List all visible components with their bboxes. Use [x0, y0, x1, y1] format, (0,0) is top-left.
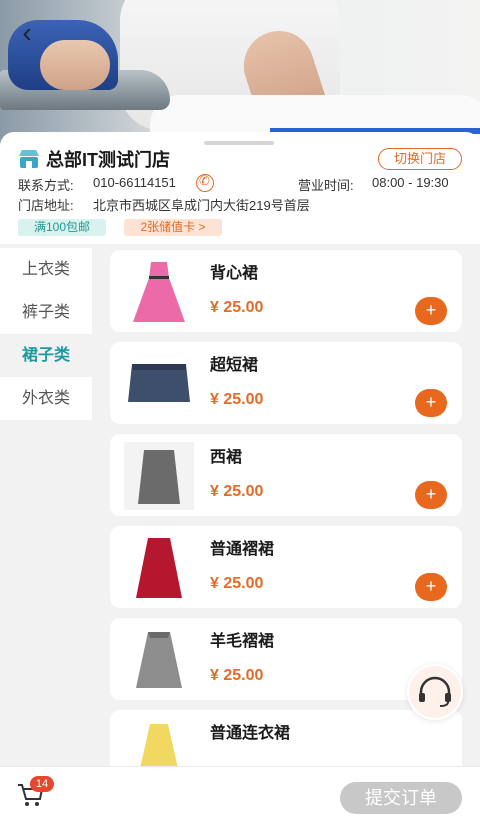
add-to-cart-button[interactable]: + — [415, 573, 447, 601]
store-address: 北京市西城区阜成门内大街219号首层 — [93, 198, 310, 213]
hero-banner — [0, 0, 480, 150]
bottom-bar: 14 提交订单 — [0, 766, 480, 820]
product-price: ¥ 25.00 — [210, 299, 264, 316]
free-shipping-tag: 满100包邮 — [18, 219, 106, 236]
product-price: ¥ 25.00 — [210, 667, 264, 684]
product-image — [133, 262, 185, 322]
submit-order-button[interactable]: 提交订单 — [340, 782, 462, 814]
product-card[interactable]: 背心裙 ¥ 25.00 + — [110, 250, 462, 332]
address-label: 门店地址: — [18, 198, 74, 213]
product-name: 普通褶裙 — [210, 541, 275, 558]
category-skirts[interactable]: 裙子类 — [0, 334, 92, 377]
store-hours: 08:00 - 19:30 — [372, 175, 449, 190]
store-phone: 010-66114151 — [93, 175, 176, 190]
category-outerwear[interactable]: 外衣类 — [0, 377, 92, 420]
product-name: 普通连衣裙 — [210, 725, 291, 742]
product-card[interactable]: 超短裙 ¥ 25.00 + — [110, 342, 462, 424]
stored-value-card-tag[interactable]: 2张储值卡 > — [124, 219, 222, 236]
product-card[interactable]: 普通褶裙 ¥ 25.00 + — [110, 526, 462, 608]
headset-icon — [409, 666, 461, 718]
phone-icon[interactable] — [196, 173, 214, 192]
category-sidebar: 上衣类 裤子类 裙子类 外衣类 — [0, 248, 92, 420]
hours-label: 营业时间: — [298, 178, 354, 193]
product-image — [136, 632, 182, 688]
category-pants[interactable]: 裤子类 — [0, 291, 92, 334]
back-arrow-icon[interactable]: ‹ — [10, 18, 44, 52]
product-image — [124, 442, 194, 510]
contact-label: 联系方式: — [18, 178, 74, 193]
customer-service-button[interactable] — [407, 664, 463, 720]
add-to-cart-button[interactable]: + — [415, 481, 447, 509]
drag-handle — [204, 141, 274, 145]
switch-store-button[interactable]: 切换门店 — [378, 148, 462, 170]
shop-icon — [19, 150, 39, 168]
product-card[interactable]: 西裙 ¥ 25.00 + — [110, 434, 462, 516]
product-name: 西裙 — [210, 449, 243, 466]
product-price: ¥ 25.00 — [210, 391, 264, 408]
product-name: 羊毛褶裙 — [210, 633, 275, 650]
add-to-cart-button[interactable]: + — [415, 297, 447, 325]
category-tops[interactable]: 上衣类 — [0, 248, 92, 291]
product-name: 背心裙 — [210, 265, 259, 282]
product-price: ¥ 25.00 — [210, 575, 264, 592]
product-price: ¥ 25.00 — [210, 483, 264, 500]
product-image — [128, 364, 190, 402]
product-name: 超短裙 — [210, 357, 259, 374]
add-to-cart-button[interactable]: + — [415, 389, 447, 417]
store-name: 总部IT测试门店 — [46, 150, 170, 170]
cart-count-badge: 14 — [30, 776, 54, 792]
product-image — [136, 538, 182, 598]
